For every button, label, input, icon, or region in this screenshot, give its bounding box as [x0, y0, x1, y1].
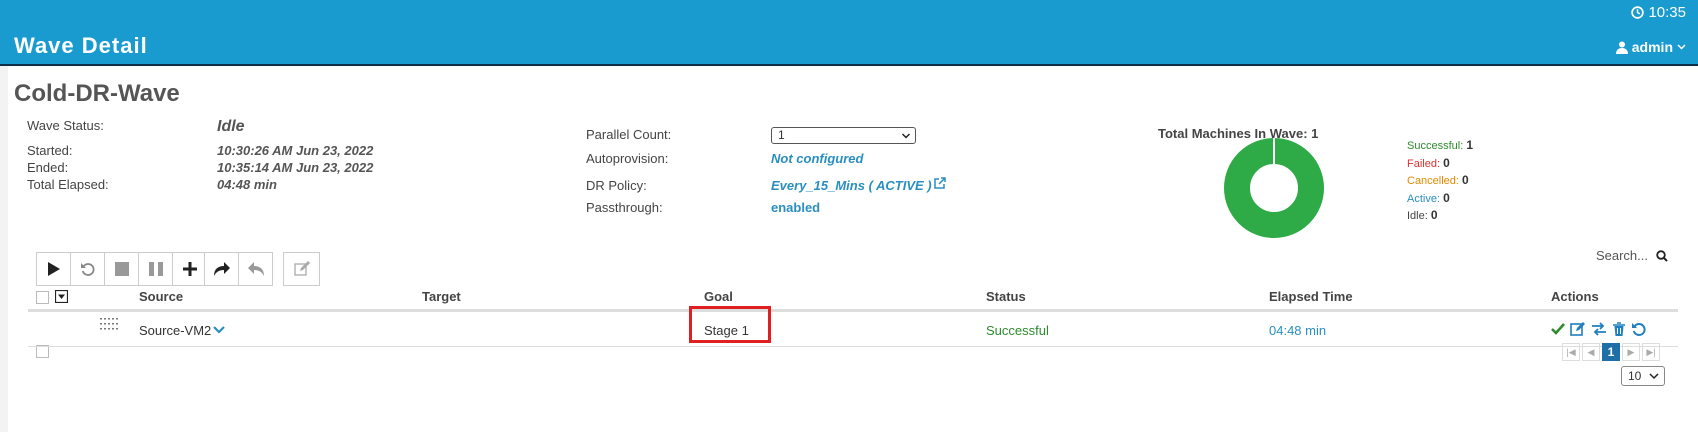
started-label: Started: — [27, 143, 73, 158]
pause-icon — [148, 262, 163, 276]
first-page-button[interactable]: |◀ — [1562, 343, 1580, 361]
clock-icon — [1631, 6, 1645, 19]
undo-button[interactable] — [238, 252, 273, 286]
column-elapsed-time[interactable]: Elapsed Time — [1269, 289, 1353, 304]
play-button[interactable] — [36, 252, 71, 286]
column-status[interactable]: Status — [986, 289, 1026, 304]
legend-count: 0 — [1462, 173, 1469, 187]
passthrough-value: enabled — [771, 200, 821, 215]
search-icon[interactable] — [1656, 249, 1668, 262]
chevron-down-icon — [901, 133, 911, 139]
chevron-down-icon — [1677, 44, 1686, 50]
last-page-button[interactable]: ▶| — [1642, 343, 1660, 361]
page-size-value: 10 — [1628, 369, 1642, 383]
clock-time: 10:35 — [1648, 4, 1686, 21]
search-box[interactable]: Search... — [1596, 248, 1668, 263]
started-value: 10:30:26 AM Jun 23, 2022 — [217, 143, 374, 158]
ended-value: 10:35:14 AM Jun 23, 2022 — [217, 160, 374, 175]
page-1-button[interactable]: 1 — [1602, 343, 1620, 361]
user-menu[interactable]: admin — [1615, 39, 1686, 55]
wave-detail-panel: Cold-DR-Wave Wave Status: Idle Started: … — [8, 66, 1698, 432]
row-source: Source-VM2 — [139, 323, 212, 338]
column-target[interactable]: Target — [422, 289, 461, 304]
swap-icon[interactable] — [1591, 322, 1607, 336]
add-button[interactable] — [172, 252, 207, 286]
stop-button[interactable] — [104, 252, 139, 286]
legend-label: Active: — [1407, 192, 1444, 205]
legend-item-successful: Successful: 1 — [1407, 138, 1473, 152]
legend-item-idle: Idle: 0 — [1407, 208, 1438, 222]
parallel-count-select[interactable]: 1 — [771, 127, 916, 144]
search-placeholder: Search... — [1595, 248, 1648, 263]
restart-icon — [80, 263, 94, 276]
drag-handle-icon[interactable] — [100, 318, 120, 330]
trash-icon[interactable] — [1612, 321, 1626, 337]
goal-highlight-box — [689, 306, 771, 343]
chevron-down-icon — [1649, 373, 1659, 380]
select-options-dropdown-icon[interactable] — [55, 290, 68, 303]
undo-icon — [247, 262, 264, 276]
next-page-button[interactable]: ▶ — [1622, 343, 1640, 361]
legend-label: Successful: — [1407, 140, 1467, 152]
row-actions — [1551, 321, 1647, 337]
pagination: |◀ ◀ 1 ▶ ▶| — [1562, 343, 1660, 361]
legend-count: 0 — [1443, 155, 1450, 170]
total-elapsed-value: 04:48 min — [217, 177, 277, 192]
parallel-count-label: Parallel Count: — [586, 127, 672, 142]
dr-policy-link[interactable]: Every_15_Mins ( ACTIVE ) — [771, 178, 932, 193]
stop-icon — [114, 262, 129, 276]
select-all-checkbox[interactable] — [36, 291, 49, 304]
restart-button[interactable] — [70, 252, 105, 286]
user-icon — [1615, 41, 1628, 54]
page-size-select[interactable]: 10 — [1621, 366, 1665, 386]
header-divider — [28, 309, 1678, 312]
legend-label: Failed: — [1407, 157, 1444, 170]
play-icon — [47, 262, 60, 276]
check-icon[interactable] — [1551, 323, 1565, 335]
passthrough-label: Passthrough: — [586, 200, 663, 215]
top-bar: 10:35 Wave Detail admin — [0, 0, 1698, 66]
legend-count: 0 — [1443, 190, 1450, 205]
wave-status-label: Wave Status: — [27, 118, 104, 133]
dr-policy-label: DR Policy: — [586, 178, 647, 193]
column-actions: Actions — [1551, 289, 1599, 304]
row-elapsed: 04:48 min — [1269, 323, 1327, 338]
column-goal[interactable]: Goal — [704, 289, 733, 304]
autoprovision-link[interactable]: Not configured — [771, 151, 863, 166]
edit-button[interactable] — [283, 252, 320, 286]
row-status: Successful — [986, 323, 1049, 338]
edit-icon — [293, 261, 310, 276]
legend-item-active: Active: 0 — [1407, 191, 1450, 205]
legend-label: Cancelled: — [1407, 175, 1463, 187]
plus-icon — [182, 262, 197, 276]
forward-button[interactable] — [204, 252, 239, 286]
legend-label: Idle: — [1407, 210, 1431, 222]
edit-toolbar — [283, 252, 320, 286]
legend-item-failed: Failed: 0 — [1407, 156, 1450, 170]
column-source[interactable]: Source — [139, 289, 183, 304]
legend-count: 0 — [1430, 208, 1438, 222]
total-elapsed-label: Total Elapsed: — [27, 177, 109, 192]
pause-button[interactable] — [138, 252, 173, 286]
forward-icon — [213, 262, 230, 276]
legend-item-cancelled: Cancelled: 0 — [1407, 173, 1469, 187]
autoprovision-label: Autoprovision: — [586, 151, 669, 166]
ended-label: Ended: — [27, 160, 69, 175]
legend-count: 1 — [1466, 138, 1473, 152]
external-link-icon[interactable] — [933, 177, 946, 190]
machines-donut-chart — [1224, 138, 1324, 238]
navigation-toolbar — [204, 252, 273, 286]
page-title: Cold-DR-Wave — [14, 80, 180, 107]
user-name: admin — [1631, 39, 1673, 55]
parallel-count-value: 1 — [778, 128, 785, 142]
clock: 10:35 — [1631, 4, 1686, 21]
expand-chevron-icon[interactable] — [213, 326, 225, 334]
action-toolbar — [36, 252, 207, 286]
row-divider — [28, 346, 1678, 347]
prev-page-button[interactable]: ◀ — [1582, 343, 1600, 361]
app-title: Wave Detail — [14, 33, 148, 58]
edit-row-icon[interactable] — [1570, 321, 1586, 337]
wave-status-value: Idle — [217, 118, 245, 135]
refresh-icon[interactable] — [1631, 321, 1647, 337]
